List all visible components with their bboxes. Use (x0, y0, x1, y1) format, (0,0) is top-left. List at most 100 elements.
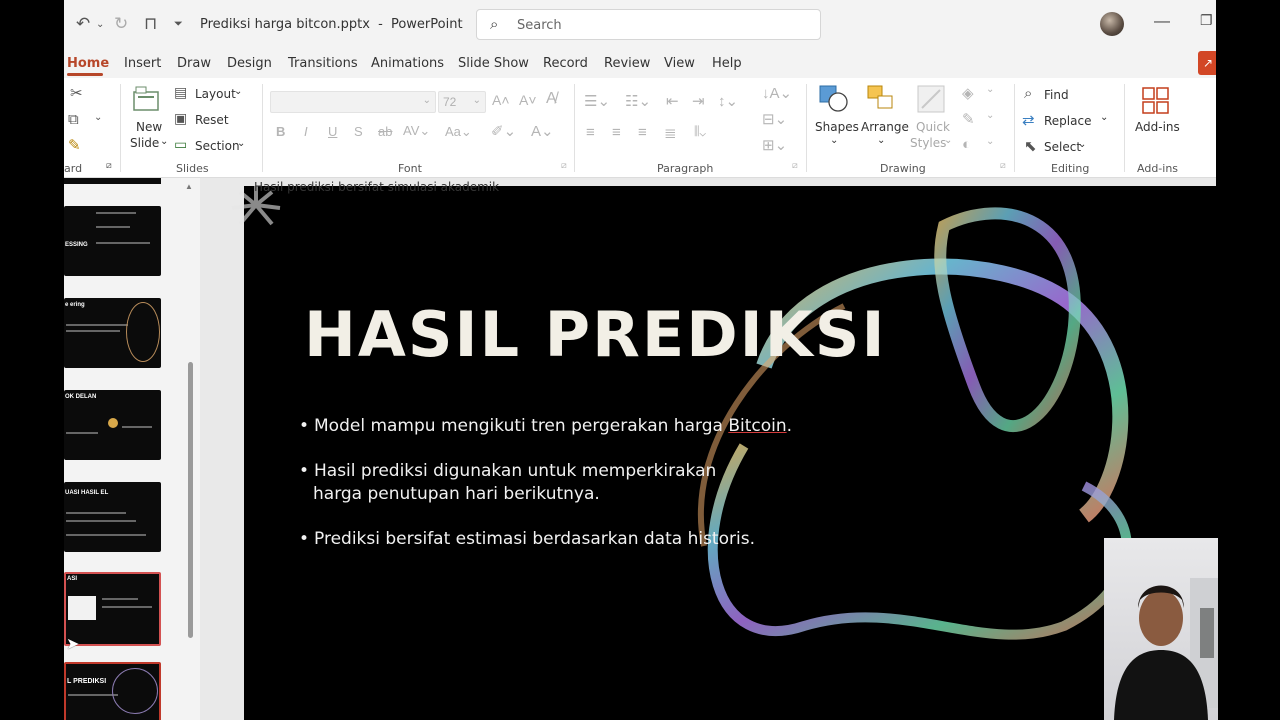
reset-icon[interactable]: ▣ (174, 110, 187, 127)
numbering-icon[interactable]: ☷⌄ (625, 92, 651, 110)
smartart-icon[interactable]: ⊞⌄ (762, 136, 787, 154)
slide-thumbnail[interactable]: OK DELAN (64, 390, 161, 460)
section-icon[interactable]: ▭ (174, 136, 187, 153)
tab-design[interactable]: Design (227, 56, 272, 71)
align-right-icon[interactable]: ≡ (638, 124, 647, 141)
current-slide[interactable]: HASIL PREDIKSI • Model mampu mengikuti tr… (244, 186, 1216, 720)
copy-icon[interactable]: ⧉ (68, 111, 79, 128)
undo-dropdown-icon[interactable]: ⌄ (96, 19, 104, 30)
shape-fill-chevron-icon[interactable]: ⌄ (986, 84, 994, 95)
slide-bullet[interactable]: • Model mampu mengikuti tren pergerakan h… (299, 415, 792, 438)
strikethrough-icon[interactable]: ab (378, 124, 392, 139)
search-box[interactable]: ⌕ Search (476, 9, 821, 40)
font-color-icon[interactable]: A⌄ (531, 122, 554, 140)
align-text-icon[interactable]: ⊟⌄ (762, 110, 787, 128)
minimize-button[interactable]: — (1154, 13, 1170, 31)
thumbnail-chart (68, 596, 96, 620)
slide-thumbnail[interactable]: e ering (64, 298, 161, 368)
shape-fill-icon[interactable]: ◈ (962, 84, 974, 102)
share-button[interactable]: ↗ (1198, 51, 1216, 75)
bullet-dot-icon: • (299, 461, 310, 481)
tab-transitions[interactable]: Transitions (288, 56, 358, 71)
align-center-icon[interactable]: ≡ (612, 124, 621, 141)
select-button[interactable]: Select (1044, 140, 1081, 154)
replace-icon[interactable]: ⇄ (1022, 111, 1035, 129)
tab-draw[interactable]: Draw (177, 56, 211, 71)
tab-insert[interactable]: Insert (124, 56, 161, 71)
slide-thumbnail[interactable]: ESSING (64, 206, 161, 276)
tab-help[interactable]: Help (712, 56, 742, 71)
undo-icon[interactable]: ↶ (76, 14, 90, 34)
section-button[interactable]: Section (195, 139, 240, 153)
quick-styles-icon[interactable] (916, 84, 948, 114)
layout-button[interactable]: Layout (195, 87, 236, 101)
change-case-icon[interactable]: Aa⌄ (445, 124, 472, 140)
tab-view[interactable]: View (664, 56, 695, 71)
arrange-button[interactable]: Arrange (861, 120, 909, 134)
slide-title[interactable]: HASIL PREDIKSI (304, 298, 887, 371)
present-icon[interactable]: ⊓ (144, 14, 157, 34)
reset-button[interactable]: Reset (195, 113, 229, 127)
bold-icon[interactable]: B (276, 124, 285, 139)
tab-animations[interactable]: Animations (371, 56, 444, 71)
bullets-icon[interactable]: ☰⌄ (584, 92, 610, 110)
cut-icon[interactable]: ✂ (70, 84, 83, 102)
scroll-up-arrow-icon[interactable]: ▲ (185, 182, 193, 191)
copy-dropdown-icon[interactable]: ⌄ (94, 112, 102, 123)
thumbnail-line (66, 324, 128, 326)
shape-effects-chevron-icon[interactable]: ⌄ (986, 136, 994, 147)
text-direction-icon[interactable]: ↓A⌄ (762, 84, 792, 102)
decrease-indent-icon[interactable]: ⇤ (666, 92, 679, 110)
decrease-font-icon[interactable]: A˅ (519, 92, 537, 108)
clipboard-launcher-icon[interactable]: ⧄ (106, 160, 112, 171)
add-ins-button[interactable]: Add-ins (1135, 120, 1180, 134)
shapes-icon[interactable] (818, 84, 850, 114)
clear-formatting-icon[interactable]: A̸ (546, 90, 557, 108)
arrange-icon[interactable] (866, 84, 898, 114)
format-painter-icon[interactable]: ✎ (68, 136, 81, 154)
character-spacing-icon[interactable]: AV⌄ (403, 123, 430, 139)
user-avatar[interactable] (1100, 12, 1124, 36)
increase-indent-icon[interactable]: ⇥ (692, 92, 705, 110)
redo-icon[interactable]: ↻ (114, 14, 128, 34)
slide-bullet[interactable]: • Prediksi bersifat estimasi berdasarkan … (299, 528, 755, 551)
restore-button[interactable]: ❐ (1200, 12, 1213, 29)
font-size-combo[interactable]: 72 ⌄ (438, 91, 486, 113)
separator (262, 84, 263, 172)
replace-button[interactable]: Replace (1044, 114, 1091, 128)
tab-home[interactable]: Home (67, 56, 109, 71)
layout-icon[interactable]: ▤ (174, 84, 187, 101)
underline-icon[interactable]: U (328, 124, 337, 139)
tab-slide-show[interactable]: Slide Show (458, 56, 529, 71)
shape-outline-icon[interactable]: ✎ (962, 110, 975, 128)
slide-bullet[interactable]: • Hasil prediksi digunakan untuk memperki… (299, 460, 716, 506)
customize-quick-access-icon[interactable]: ⏷ (174, 18, 183, 31)
drawing-launcher-icon[interactable]: ⧄ (1000, 160, 1006, 171)
tab-review[interactable]: Review (604, 56, 650, 71)
shapes-button[interactable]: Shapes (815, 120, 859, 134)
slide-thumbnail[interactable]: UASI HASIL EL (64, 482, 161, 552)
shape-effects-icon[interactable]: ◐ (962, 136, 971, 153)
shape-outline-chevron-icon[interactable]: ⌄ (986, 110, 994, 121)
find-icon[interactable]: ⌕ (1024, 85, 1032, 102)
new-slide-button[interactable]: New Slide ⌄ (130, 84, 170, 154)
line-spacing-icon[interactable]: ↕⌄ (718, 92, 738, 110)
add-ins-icon[interactable] (1141, 86, 1171, 116)
tab-record[interactable]: Record (543, 56, 588, 71)
font-launcher-icon[interactable]: ⧄ (561, 160, 567, 171)
paragraph-launcher-icon[interactable]: ⧄ (792, 160, 798, 171)
text-shadow-icon[interactable]: S (354, 124, 363, 139)
find-button[interactable]: Find (1044, 88, 1069, 102)
italic-icon[interactable]: I (304, 124, 308, 139)
paragraph-group-label: Paragraph (657, 162, 714, 175)
slide-thumbnail-current[interactable]: L PREDIKSI (64, 662, 161, 720)
align-left-icon[interactable]: ≡ (586, 124, 595, 141)
increase-font-icon[interactable]: A˄ (492, 92, 510, 108)
font-name-combo[interactable]: ⌄ (270, 91, 436, 113)
select-icon[interactable]: ⬉ (1024, 137, 1037, 155)
thumbnail-partial[interactable] (64, 178, 161, 184)
justify-icon[interactable]: ≣ (664, 124, 677, 142)
columns-icon[interactable]: ⫼⌄ (694, 124, 706, 139)
thumbnails-scrollbar[interactable] (188, 362, 193, 638)
highlight-icon[interactable]: ✐⌄ (491, 122, 516, 140)
